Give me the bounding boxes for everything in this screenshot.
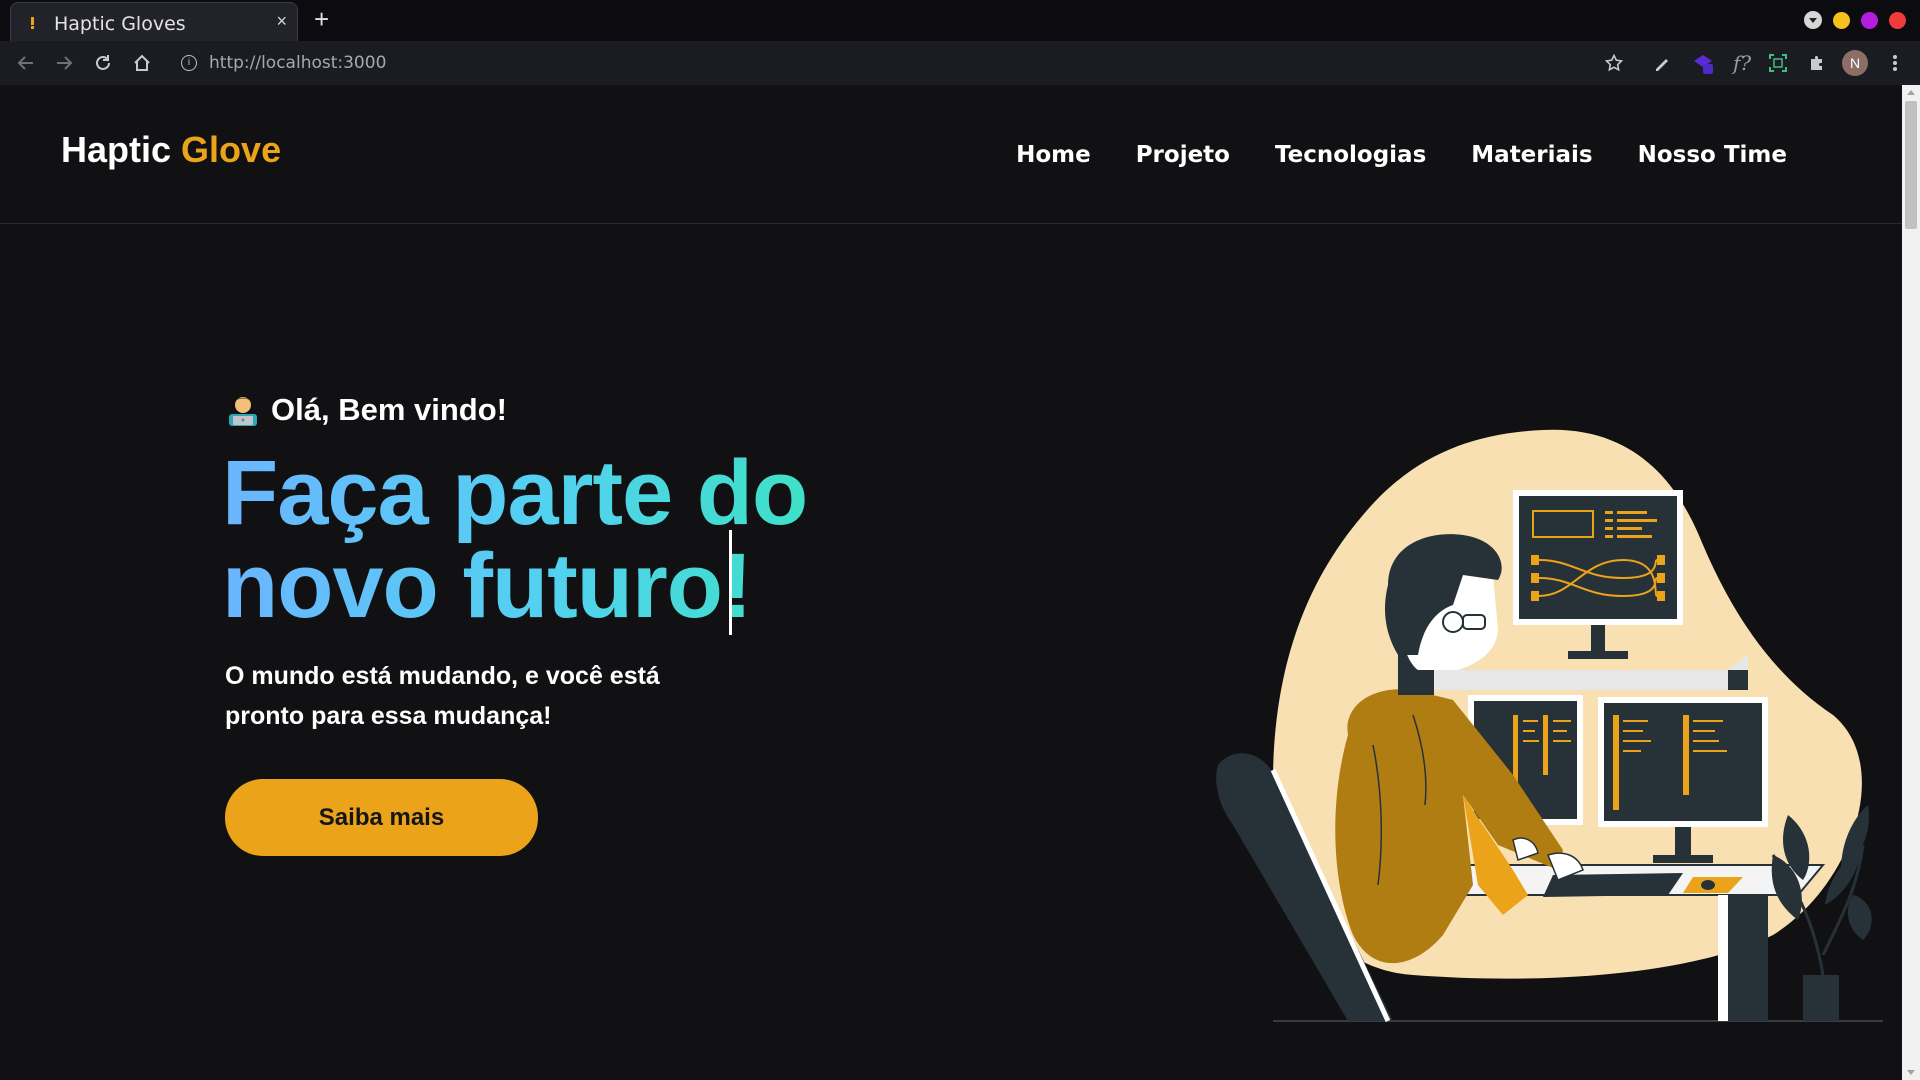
home-icon[interactable]: [129, 50, 155, 76]
greeting-text: Olá, Bem vindo!: [271, 392, 507, 427]
saiba-mais-button[interactable]: Saiba mais: [225, 779, 538, 856]
scroll-down-icon[interactable]: [1907, 1070, 1915, 1075]
pen-extension-icon[interactable]: [1649, 50, 1675, 76]
arrow-left-icon[interactable]: [13, 50, 39, 76]
nav-nosso-time[interactable]: Nosso Time: [1638, 142, 1787, 168]
technologist-emoji-icon: [229, 397, 257, 426]
arrow-right-icon[interactable]: [51, 50, 77, 76]
browser-tab-strip: Haptic Gloves × +: [0, 0, 1920, 41]
new-tab-button[interactable]: +: [314, 4, 329, 35]
scrollbar-thumb[interactable]: [1905, 101, 1917, 229]
developer-illustration: [1216, 429, 1883, 1023]
browser-tab[interactable]: Haptic Gloves ×: [10, 2, 298, 41]
extension-badge-icon[interactable]: [1690, 50, 1716, 76]
puzzle-icon[interactable]: [1804, 50, 1830, 76]
logo-main: Haptic: [61, 129, 172, 170]
hero-greeting: Olá, Bem vindo!: [225, 392, 507, 428]
maximize-button[interactable]: [1861, 11, 1878, 29]
scroll-up-icon[interactable]: [1907, 90, 1915, 95]
minimize-button[interactable]: [1833, 11, 1850, 29]
nav-materiais[interactable]: Materiais: [1471, 142, 1592, 168]
profile-avatar[interactable]: N: [1842, 50, 1868, 76]
close-tab-icon[interactable]: ×: [276, 11, 287, 32]
formula-extension-icon[interactable]: f?: [1729, 50, 1755, 76]
site-logo[interactable]: Haptic Glove: [61, 129, 281, 171]
headline-line-1: Faça parte do: [222, 442, 808, 544]
reload-icon[interactable]: [90, 50, 116, 76]
page-scrollbar[interactable]: [1902, 85, 1920, 1080]
window-controls: [1804, 11, 1906, 29]
site-info-icon[interactable]: i: [181, 55, 197, 71]
logo-accent: Glove: [181, 129, 282, 170]
screenshot-extension-icon[interactable]: [1765, 50, 1791, 76]
nav-home[interactable]: Home: [1016, 142, 1091, 168]
tab-search-icon[interactable]: [1804, 11, 1822, 29]
star-icon[interactable]: [1601, 50, 1627, 76]
hero-headline: Faça parte do novo futuro!: [222, 447, 807, 633]
nav-projeto[interactable]: Projeto: [1136, 142, 1230, 168]
close-window-button[interactable]: [1889, 11, 1906, 29]
headline-line-2: novo futuro!: [222, 535, 752, 637]
typing-cursor: [729, 530, 732, 635]
favicon-icon: [31, 17, 34, 29]
browser-toolbar: i http://localhost:3000 f? N: [0, 41, 1920, 85]
page-viewport: Haptic Glove Home Projeto Tecnologias Ma…: [0, 85, 1902, 1080]
main-nav: Home Projeto Tecnologias Materiais Nosso…: [1016, 142, 1787, 168]
tab-title: Haptic Gloves: [54, 13, 186, 35]
hero-lead: O mundo está mudando, e você está pronto…: [225, 662, 660, 730]
site-header: Haptic Glove Home Projeto Tecnologias Ma…: [0, 85, 1902, 224]
kebab-menu-icon[interactable]: [1882, 50, 1908, 76]
nav-tecnologias[interactable]: Tecnologias: [1275, 142, 1426, 168]
address-bar[interactable]: http://localhost:3000: [209, 53, 386, 73]
